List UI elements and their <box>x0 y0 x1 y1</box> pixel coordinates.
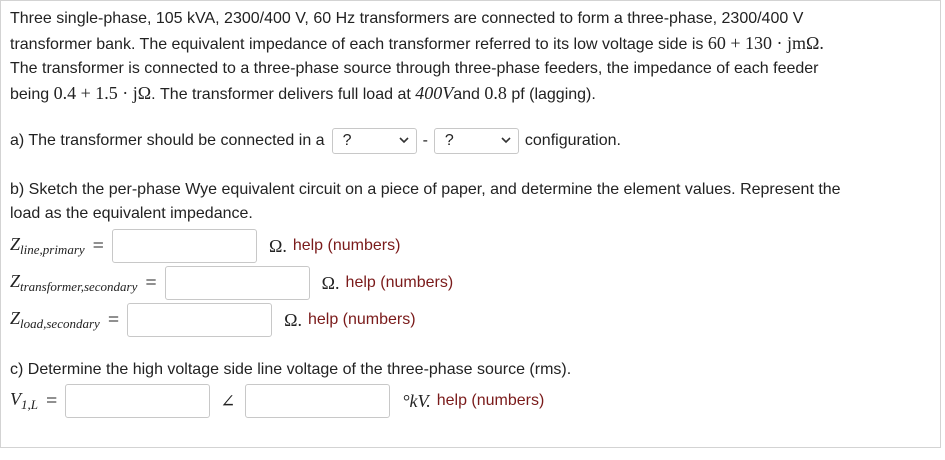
part-a-row: a) The transformer should be connected i… <box>10 124 621 158</box>
z-load-secondary-input[interactable] <box>127 303 273 337</box>
problem-line-2: transformer bank. The equivalent impedan… <box>10 33 824 53</box>
part-b-text: b) Sketch the per-phase Wye equivalent c… <box>10 181 841 222</box>
angle-icon: ∠ <box>220 390 236 411</box>
connection-select-primary[interactable]: ? <box>331 128 417 154</box>
kv-unit: °kV. <box>402 390 431 411</box>
problem-line-3: The transformer is connected to a three-… <box>10 60 819 77</box>
chevron-down-icon <box>398 137 409 144</box>
z-transformer-secondary-row: Ztransformer,secondary = Ω. help (number… <box>10 266 453 300</box>
transformer-impedance-math: 60 + 130 · jmΩ. <box>707 33 824 53</box>
chevron-down-icon <box>501 137 511 144</box>
help-link[interactable]: help (numbers) <box>437 392 545 410</box>
v1l-label: V1,L <box>10 389 38 412</box>
z-transformer-secondary-input[interactable] <box>164 266 310 300</box>
v1l-magnitude-input[interactable] <box>65 384 211 418</box>
z-line-primary-input[interactable] <box>111 229 257 263</box>
z-line-primary-row: Zline,primary = Ω. help (numbers) <box>10 229 400 263</box>
ohm-unit: Ω. <box>321 272 340 293</box>
connection-select-secondary[interactable]: ? <box>433 128 519 154</box>
help-link[interactable]: help (numbers) <box>293 237 401 255</box>
part-c-text: c) Determine the high voltage side line … <box>10 361 572 378</box>
ohm-unit: Ω. <box>284 309 302 330</box>
part-a-text: a) The transformer should be connected i… <box>10 132 325 149</box>
z-load-secondary-row: Zload,secondary = Ω. help (numbers) <box>10 303 416 337</box>
load-voltage-math: 400V <box>415 83 454 103</box>
help-link[interactable]: help (numbers) <box>308 311 416 329</box>
connection-dash: - <box>422 132 428 149</box>
ohm-unit: Ω. <box>268 235 287 256</box>
feeder-impedance-math: 0.4 + 1.5 · jΩ <box>53 83 152 103</box>
z-transformer-secondary-label: Ztransformer,secondary <box>10 271 138 294</box>
help-link[interactable]: help (numbers) <box>346 274 454 292</box>
v1l-row: V1,L = ∠ °kV. help (numbers) <box>10 384 544 418</box>
problem-statement: Three single-phase, 105 kVA, 2300/400 V,… <box>10 7 930 107</box>
v1l-angle-input[interactable] <box>245 384 391 418</box>
question-card: Three single-phase, 105 kVA, 2300/400 V,… <box>0 0 941 448</box>
problem-line-4: being 0.4 + 1.5 · jΩ. The transformer de… <box>10 83 596 103</box>
problem-line-1: Three single-phase, 105 kVA, 2300/400 V,… <box>10 10 804 27</box>
z-line-primary-label: Zline,primary <box>10 234 85 257</box>
power-factor-math: 0.8 <box>484 83 507 103</box>
z-load-secondary-label: Zload,secondary <box>10 308 100 331</box>
part-a-suffix: configuration. <box>524 132 621 149</box>
